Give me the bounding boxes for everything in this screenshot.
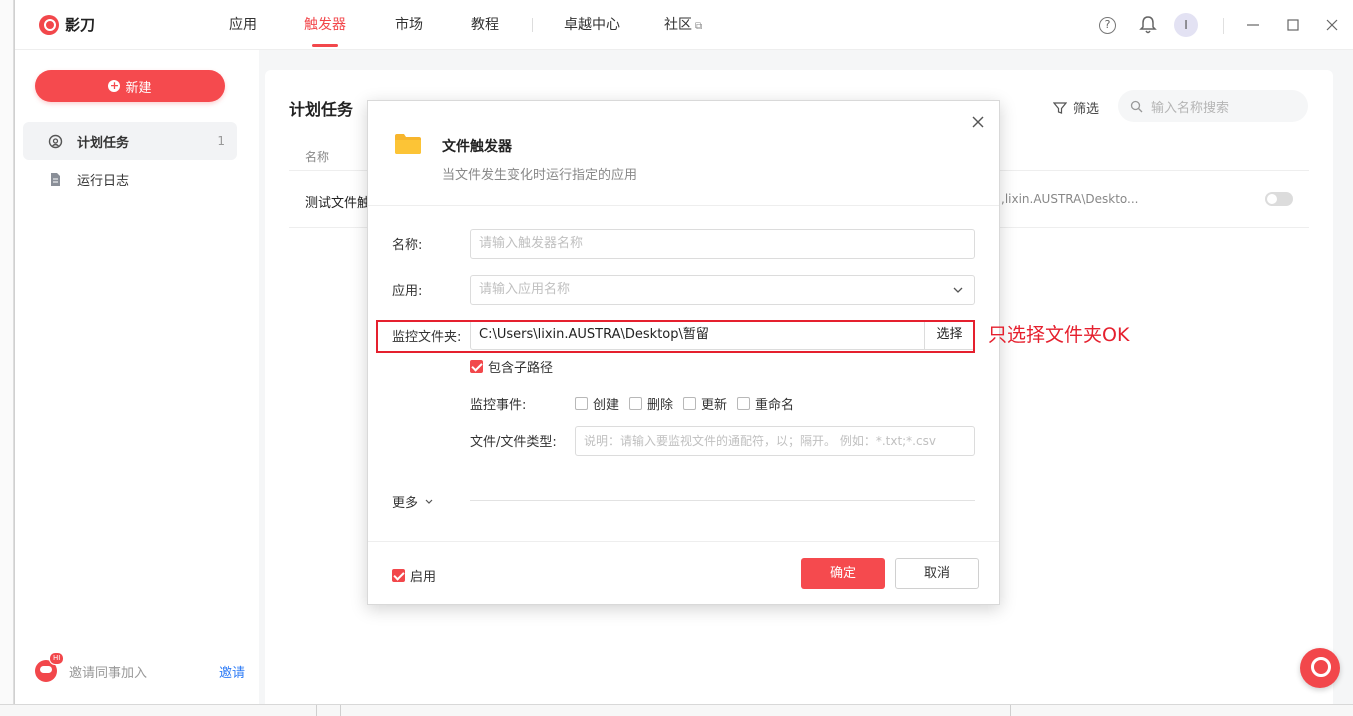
nav-divider — [532, 18, 533, 32]
annotation-highlight-box — [376, 320, 975, 353]
hi-badge: HI — [49, 652, 65, 665]
more-label: 更多 — [392, 496, 419, 511]
trigger-name-input[interactable]: 请输入触发器名称 — [470, 229, 975, 259]
nav-excellence-center[interactable]: 卓越中心 — [564, 0, 620, 50]
include-subpath-checkbox[interactable]: 包含子路径 — [470, 357, 553, 376]
app-logo: 影刀 — [39, 14, 95, 35]
invite-colleague: HI 邀请同事加入 邀请 — [35, 652, 245, 686]
external-link-icon: ⧉ — [695, 21, 703, 32]
titlebar-divider — [1223, 18, 1224, 34]
filetype-label: 文件/文件类型: — [470, 435, 557, 450]
events-label: 监控事件: — [470, 398, 527, 413]
sidebar-item-run-log[interactable]: 运行日志 — [23, 160, 237, 198]
dialog-title: 文件触发器 — [442, 139, 512, 155]
nav-tutorials[interactable]: 教程 — [471, 0, 499, 50]
task-row-path: ,lixin.AUSTRA\Deskto... — [1001, 192, 1139, 206]
event-label: 更新 — [701, 398, 728, 413]
checkbox-icon — [629, 397, 642, 410]
cancel-button[interactable]: 取消 — [895, 558, 979, 589]
checkbox-icon — [683, 397, 696, 410]
minimize-icon[interactable] — [1243, 15, 1263, 35]
new-button-label: 新建 — [125, 80, 152, 96]
robot-icon: HI — [35, 652, 65, 682]
more-toggle[interactable]: 更多 — [392, 492, 434, 511]
event-rename-checkbox[interactable]: 重命名 — [737, 394, 794, 413]
footer-divider — [368, 541, 999, 542]
event-update-checkbox[interactable]: 更新 — [683, 394, 727, 413]
dialog-divider — [368, 205, 999, 206]
event-label: 重命名 — [755, 398, 795, 413]
task-row-name[interactable]: 测试文件触 — [305, 192, 370, 211]
nav-community[interactable]: 社区 ⧉ — [664, 0, 702, 50]
sidebar-item-label: 计划任务 — [77, 135, 130, 151]
chevron-down-icon — [425, 499, 433, 504]
page-title: 计划任务 — [289, 100, 354, 119]
bell-icon[interactable] — [1139, 15, 1159, 35]
filter-button[interactable]: 筛选 — [1053, 98, 1099, 117]
sidebar-item-scheduled-tasks[interactable]: 计划任务 1 — [23, 122, 237, 160]
column-header-name: 名称 — [305, 150, 330, 164]
user-avatar[interactable]: I — [1174, 13, 1198, 37]
nav-triggers[interactable]: 触发器 — [304, 0, 346, 50]
search-icon — [1130, 100, 1143, 112]
plus-icon: + — [108, 79, 121, 92]
name-label: 名称: — [392, 238, 423, 253]
app-select-placeholder: 请输入应用名称 — [479, 282, 571, 297]
event-label: 删除 — [647, 398, 674, 413]
task-enable-toggle[interactable] — [1265, 192, 1293, 206]
checkbox-icon — [575, 397, 588, 410]
event-create-checkbox[interactable]: 创建 — [575, 394, 619, 413]
background-window-edge — [0, 0, 14, 716]
checkbox-icon — [737, 397, 750, 410]
app-name: 影刀 — [65, 16, 96, 34]
invite-text: 邀请同事加入 — [69, 665, 148, 681]
title-bar: 影刀 应用 触发器 市场 教程 卓越中心 社区 ⧉ ? I — [15, 0, 1353, 50]
folder-icon — [394, 133, 422, 155]
checkbox-checked-icon — [392, 569, 405, 582]
chevron-down-icon — [953, 287, 963, 293]
app-select[interactable]: 请输入应用名称 — [470, 275, 975, 305]
task-count-badge: 1 — [217, 134, 225, 148]
filter-label: 筛选 — [1073, 102, 1100, 117]
enable-checkbox[interactable]: 启用 — [392, 566, 436, 585]
enable-label: 启用 — [410, 570, 437, 585]
search-placeholder: 输入名称搜索 — [1151, 100, 1230, 116]
dialog-subtitle: 当文件发生变化时运行指定的应用 — [442, 168, 638, 183]
annotation-text: 只选择文件夹OK — [988, 324, 1130, 346]
close-icon[interactable] — [971, 115, 985, 129]
clock-icon — [48, 134, 63, 149]
filetype-input[interactable]: 说明：请输入要监视文件的通配符，以；隔开。 例如：*.txt;*.csv — [575, 426, 975, 456]
background-window-edge-bottom — [0, 704, 1353, 716]
app-label: 应用: — [392, 284, 423, 299]
help-icon[interactable]: ? — [1099, 17, 1116, 34]
event-label: 创建 — [593, 398, 620, 413]
close-window-icon[interactable] — [1322, 15, 1342, 35]
file-trigger-dialog: 文件触发器 当文件发生变化时运行指定的应用 名称: 请输入触发器名称 应用: 请… — [367, 100, 1000, 605]
yingdao-logo-icon — [39, 14, 59, 35]
include-subpath-label: 包含子路径 — [488, 361, 554, 376]
filter-icon — [1053, 101, 1067, 114]
confirm-button[interactable]: 确定 — [801, 558, 885, 589]
checkbox-checked-icon — [470, 360, 483, 373]
sidebar-item-label: 运行日志 — [77, 173, 130, 189]
new-button[interactable]: + 新建 — [35, 70, 225, 102]
maximize-icon[interactable] — [1283, 15, 1303, 35]
document-icon — [48, 172, 63, 187]
more-divider — [470, 500, 975, 501]
nav-apps[interactable]: 应用 — [229, 0, 257, 50]
nav-market[interactable]: 市场 — [395, 0, 423, 50]
nav-community-label: 社区 — [664, 17, 692, 33]
event-delete-checkbox[interactable]: 删除 — [629, 394, 673, 413]
invite-link[interactable]: 邀请 — [219, 662, 245, 681]
search-input[interactable]: 输入名称搜索 — [1118, 90, 1308, 122]
assistant-float-icon[interactable] — [1300, 648, 1340, 688]
sidebar: + 新建 计划任务 1 运行日志 HI 邀请同事加入 邀请 — [15, 50, 259, 704]
